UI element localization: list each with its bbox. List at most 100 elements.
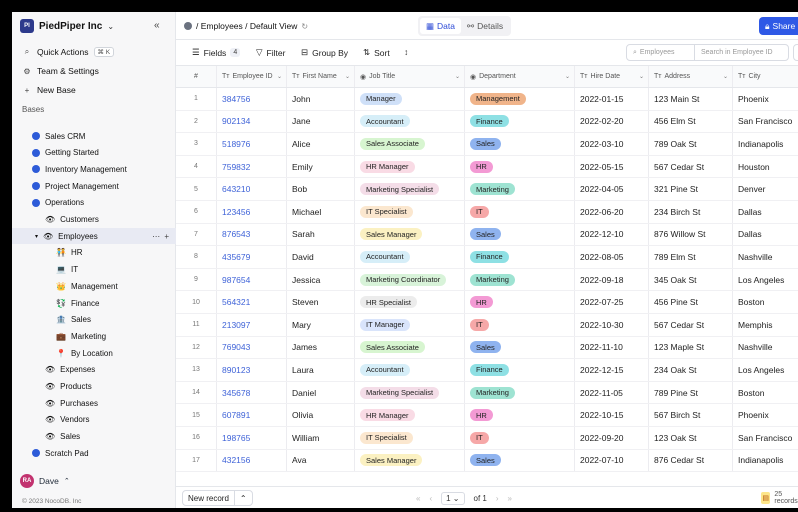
first-name-cell[interactable]: William [287, 427, 355, 449]
address-cell[interactable]: 321 Pine St [649, 178, 733, 200]
chevron-down-icon[interactable]: ⌄ [723, 73, 728, 80]
quick-actions[interactable]: ⌕ Quick Actions ⌘ K [22, 44, 172, 60]
employee-id-cell[interactable]: 435679 [217, 246, 287, 268]
first-name-cell[interactable]: Michael [287, 201, 355, 223]
fields-button[interactable]: ☰ Fields 4 [192, 47, 241, 58]
department-cell[interactable]: Sales [465, 133, 575, 155]
sidebar-table-after-3[interactable]: 👁︎ Vendors [12, 412, 176, 428]
workspace-switcher[interactable]: PI PiedPiper Inc ⌄ [20, 17, 114, 35]
first-name-cell[interactable]: Alice [287, 133, 355, 155]
sidebar-table-after-4[interactable]: 👁︎ Sales [12, 429, 176, 445]
more-options-icon[interactable]: ⋯ [793, 44, 798, 61]
job-title-cell[interactable]: Sales Associate [355, 133, 465, 155]
city-cell[interactable]: Nashville [733, 246, 798, 268]
sidebar-view-6[interactable]: 📍 By Location [12, 345, 176, 361]
table-row[interactable]: 11 213097 Mary IT Manager IT 2022-10-30 567 Ce… [176, 314, 798, 337]
employee-id-cell[interactable]: 564321 [217, 291, 287, 313]
job-title-cell[interactable]: IT Manager [355, 314, 465, 336]
department-cell[interactable]: Sales [465, 449, 575, 472]
sidebar-view-3[interactable]: 💱 Finance [12, 295, 176, 311]
table-row[interactable]: 7 876543 Sarah Sales Manager Sales 2022-12-10… [176, 223, 798, 247]
employee-id-cell[interactable]: 987654 [217, 268, 287, 291]
address-cell[interactable]: 789 Pine St [649, 381, 733, 404]
sidebar-scratch-pad[interactable]: Scratch Pad [12, 445, 176, 461]
table-row[interactable]: 16 198765 William IT Specialist IT 2022-09-20… [176, 427, 798, 450]
address-cell[interactable]: 234 Oak St [649, 359, 733, 381]
address-cell[interactable]: 456 Pine St [649, 291, 733, 313]
employee-id-cell[interactable]: 769043 [217, 336, 287, 359]
hire-date-cell[interactable]: 2022-09-20 [575, 427, 649, 449]
first-name-cell[interactable]: Sarah [287, 223, 355, 246]
employee-id-cell[interactable]: 518976 [217, 133, 287, 155]
job-title-cell[interactable]: HR Specialist [355, 291, 465, 313]
address-cell[interactable]: 567 Birch St [649, 404, 733, 426]
first-name-cell[interactable]: Emily [287, 155, 355, 178]
search-field-select[interactable]: ⌕ Employees [627, 45, 695, 60]
city-cell[interactable]: Indianapolis [733, 450, 798, 472]
first-name-cell[interactable]: Mary [287, 314, 355, 336]
group-by-button[interactable]: ⊟ Group By [301, 47, 348, 58]
job-title-cell[interactable]: IT Specialist [355, 201, 465, 223]
address-cell[interactable]: 876 Willow St [649, 223, 733, 246]
column-header-1[interactable]: Tт Employee ID ⌄ [217, 66, 287, 87]
hire-date-cell[interactable]: 2022-09-18 [575, 268, 649, 291]
filter-button[interactable]: ▽ Filter [256, 47, 285, 58]
table-row[interactable]: 10 564321 Steven HR Specialist HR 2022-07-25 4… [176, 291, 798, 314]
table-row[interactable]: 14 345678 Daniel Marketing Specialist Market… [176, 381, 798, 405]
sidebar-view-4[interactable]: 🏦 Sales [12, 312, 176, 328]
department-cell[interactable]: IT [465, 314, 575, 336]
sidebar-base-0[interactable]: Sales CRM [12, 128, 176, 144]
expand-icon[interactable]: ▾ [35, 233, 38, 240]
table-row[interactable]: 5 643210 Bob Marketing Specialist Marketing 2… [176, 178, 798, 201]
city-cell[interactable]: Dallas [733, 224, 798, 246]
sidebar-table-0[interactable]: 👁︎ Customers [12, 212, 176, 228]
address-cell[interactable]: 567 Cedar St [649, 314, 733, 336]
department-cell[interactable]: Marketing [465, 178, 575, 200]
table-row[interactable]: 12 769043 James Sales Associate Sales 2022-11… [176, 336, 798, 360]
column-header-4[interactable]: ◉ Department ⌄ [465, 66, 575, 87]
city-cell[interactable]: Houston [733, 156, 798, 178]
job-title-cell[interactable]: HR Manager [355, 404, 465, 426]
table-row[interactable]: 2 902134 Jane Accountant Finance 2022-02-20 45… [176, 110, 798, 134]
employee-id-cell[interactable]: 213097 [217, 314, 287, 336]
first-name-cell[interactable]: Laura [287, 359, 355, 381]
hire-date-cell[interactable]: 2022-12-10 [575, 223, 649, 246]
new-record-button[interactable]: New record ⌃ [182, 490, 253, 506]
plus-icon[interactable]: + [164, 232, 170, 241]
job-title-cell[interactable]: Sales Associate [355, 336, 465, 359]
address-cell[interactable]: 123 Main St [649, 88, 733, 110]
job-title-cell[interactable]: HR Manager [355, 155, 465, 178]
user-menu[interactable]: RA Dave ⌃ [20, 474, 70, 488]
chevron-down-icon[interactable]: ⌄ [639, 73, 644, 80]
city-cell[interactable]: San Francisco [733, 427, 798, 449]
team-settings[interactable]: ⚙ Team & Settings [22, 63, 172, 79]
first-name-cell[interactable]: James [287, 336, 355, 359]
city-cell[interactable]: Indianapolis [733, 133, 798, 155]
department-cell[interactable]: Marketing [465, 268, 575, 291]
first-name-cell[interactable]: Steven [287, 291, 355, 313]
sidebar-table-after-0[interactable]: 👁︎ Expenses [12, 362, 176, 378]
table-row[interactable]: 15 607891 Olivia HR Manager HR 2022-10-15 567 … [176, 404, 798, 427]
hire-date-cell[interactable]: 2022-08-05 [575, 246, 649, 268]
employee-id-cell[interactable]: 643210 [217, 178, 287, 200]
column-header-2[interactable]: Tт First Name ⌄ [287, 66, 355, 87]
department-cell[interactable]: IT [465, 427, 575, 449]
city-cell[interactable]: Phoenix [733, 88, 798, 110]
chevron-down-icon[interactable]: ⌄ [565, 73, 570, 80]
department-cell[interactable]: Marketing [465, 381, 575, 404]
chevron-up-icon[interactable]: ⌃ [233, 491, 252, 505]
hire-date-cell[interactable]: 2022-12-15 [575, 359, 649, 381]
city-cell[interactable]: Los Angeles [733, 269, 798, 291]
sidebar-view-0[interactable]: 🧑‍🤝‍🧑 HR [12, 245, 176, 261]
table-row[interactable]: 1 384756 John Manager Management 2022-01-15 12… [176, 88, 798, 111]
employee-id-cell[interactable]: 902134 [217, 110, 287, 133]
employee-id-cell[interactable]: 890123 [217, 359, 287, 381]
hire-date-cell[interactable]: 2022-11-05 [575, 381, 649, 404]
column-header-6[interactable]: Tт Address ⌄ [649, 66, 733, 87]
first-name-cell[interactable]: Daniel [287, 381, 355, 404]
city-cell[interactable]: Nashville [733, 337, 798, 359]
hire-date-cell[interactable]: 2022-10-15 [575, 404, 649, 426]
first-name-cell[interactable]: David [287, 246, 355, 268]
sidebar-base-1[interactable]: Getting Started [12, 145, 176, 161]
first-name-cell[interactable]: Ava [287, 449, 355, 472]
